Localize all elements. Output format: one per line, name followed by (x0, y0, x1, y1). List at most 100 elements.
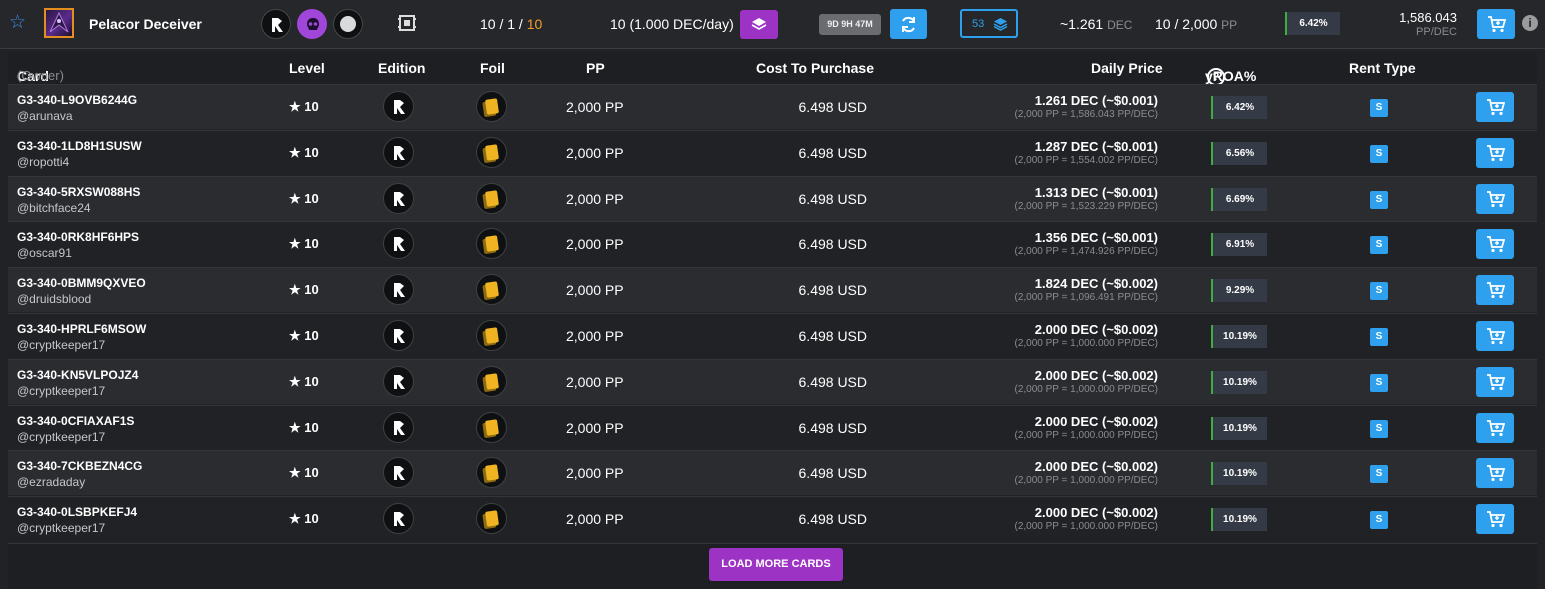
header-daily-price[interactable]: Daily Price (1091, 60, 1163, 76)
edition-r-icon (261, 9, 291, 39)
table-row: G3-340-0RK8HF6HPS @oscar91 ★ 10 2,000 PP 6.4… (8, 221, 1537, 267)
rent-type-badge: S (1370, 144, 1388, 163)
rent-type-badge: S (1370, 373, 1388, 392)
purchase-cost: 6.498 USD (798, 419, 867, 436)
foil-cards-icon (476, 274, 507, 306)
rent-cart-button[interactable] (1476, 137, 1514, 168)
stack-count-button[interactable]: 53 (960, 9, 1018, 38)
level-value: 10 (304, 282, 319, 298)
card-uid[interactable]: G3-340-L9OVB6244G (17, 93, 137, 107)
foil-cards-icon (476, 136, 507, 168)
rent-cart-button[interactable] (1476, 458, 1514, 489)
daily-price-detail: (2,000 PP = 1,586.043 PP/DEC) (1014, 109, 1158, 120)
load-more-button[interactable]: LOAD MORE CARDS (709, 548, 843, 581)
card-uid[interactable]: G3-340-HPRLF6MSOW (17, 322, 146, 336)
level-value: 10 (304, 144, 319, 160)
table-row: G3-340-0LSBPKEFJ4 @cryptkeeper17 ★ 10 2,000… (8, 496, 1537, 542)
rent-type-badge: S (1370, 511, 1388, 530)
yroa-badge: 6.56% (1211, 141, 1267, 165)
card-owner[interactable]: @cryptkeeper17 (17, 430, 105, 444)
rent-cart-button[interactable] (1476, 92, 1514, 122)
card-owner[interactable]: @arunava (17, 109, 73, 123)
info-icon[interactable]: i (1522, 15, 1538, 31)
card-uid[interactable]: G3-340-KN5VLPOJZ4 (17, 368, 138, 382)
star-filled-icon: ★ (289, 144, 301, 160)
rent-cart-button[interactable] (1476, 183, 1514, 214)
header-cost[interactable]: Cost To Purchase (756, 60, 874, 76)
yroa-badge: 6.69% (1211, 187, 1267, 211)
card-owner[interactable]: @cryptkeeper17 (17, 384, 105, 398)
card-uid[interactable]: G3-340-5RXSW088HS (17, 185, 140, 199)
card-owner[interactable]: @druidsblood (17, 292, 91, 306)
rent-cart-button[interactable] (1476, 366, 1514, 397)
card-name[interactable]: Pelacor Deceiver (89, 16, 202, 32)
layers-button[interactable] (740, 10, 778, 39)
pp-value: 2,000 PP (566, 328, 624, 344)
card-owner[interactable]: @ropotti4 (17, 155, 69, 169)
pp-per-dec-value: 1,586.043 (1399, 10, 1457, 25)
rent-cart-button[interactable] (1476, 504, 1514, 535)
card-owner[interactable]: @ezradaday (17, 475, 85, 489)
card-uid[interactable]: G3-340-0BMM9QXVEO (17, 276, 146, 290)
yroa-badge: 10.19% (1211, 462, 1267, 486)
pp-value: 2,000 PP (566, 99, 624, 115)
header-level[interactable]: Level (289, 60, 325, 76)
daily-price: 2.000 DEC (~$0.002) (1034, 505, 1158, 521)
yroa-badge: 10.19% (1211, 508, 1267, 532)
level-cell: ★ 10 (289, 282, 319, 298)
level-value: 10 (304, 373, 319, 389)
level-cell: ★ 10 (289, 465, 319, 481)
purchase-cost: 6.498 USD (798, 511, 867, 528)
card-uid[interactable]: G3-340-7CKBEZN4CG (17, 459, 142, 473)
rent-type-badge: S (1370, 99, 1388, 117)
star-filled-icon: ★ (289, 99, 301, 114)
daily-price-detail: (2,000 PP = 1,000.000 PP/DEC) (1014, 383, 1158, 395)
star-filled-icon: ★ (289, 282, 301, 298)
star-filled-icon: ★ (289, 236, 301, 252)
card-uid[interactable]: G3-340-0RK8HF6HPS (17, 230, 139, 244)
header-rent-type[interactable]: Rent Type (1349, 60, 1416, 76)
card-owner[interactable]: @cryptkeeper17 (17, 338, 105, 352)
table-header: Card (Owner) Level Edition Foil PP Cost … (8, 52, 1537, 86)
foil-cards-icon (476, 365, 507, 397)
card-uid[interactable]: G3-340-0LSBPKEFJ4 (17, 505, 137, 519)
level-value: 10 (304, 511, 319, 527)
edition-r-icon (383, 503, 414, 535)
card-owner[interactable]: @cryptkeeper17 (17, 521, 105, 535)
top-cart-button[interactable] (1477, 9, 1515, 39)
card-owner[interactable]: @bitchface24 (17, 201, 91, 215)
header-pp[interactable]: PP (586, 60, 605, 76)
pp-value: 2,000 PP (566, 144, 624, 161)
header-edition[interactable]: Edition (378, 60, 425, 76)
rent-cart-button[interactable] (1476, 275, 1514, 306)
pp-per-dec-unit: PP/DEC (1416, 26, 1457, 38)
daily-price-detail: (2,000 PP = 1,523.229 PP/DEC) (1014, 200, 1158, 212)
daily-price: 1.261 DEC (~$0.001) (1034, 93, 1158, 108)
skull-icon (297, 9, 327, 39)
daily-price-detail: (2,000 PP = 1,474.926 PP/DEC) (1014, 246, 1158, 258)
rent-cart-button[interactable] (1476, 321, 1514, 351)
rent-type-badge: S (1370, 465, 1388, 484)
card-frame-icon[interactable] (398, 14, 416, 32)
card-owner[interactable]: @oscar91 (17, 246, 72, 260)
rent-cart-button[interactable] (1476, 412, 1514, 443)
rent-cart-button[interactable] (1476, 229, 1514, 260)
table-row: G3-340-5RXSW088HS @bitchface24 ★ 10 2,000 P… (8, 175, 1537, 221)
card-thumbnail[interactable] (44, 8, 74, 38)
purchase-cost: 6.498 USD (798, 373, 867, 390)
card-header-bar: ☆ Pelacor Deceiver 10 / 1 / 10 10 (1.000… (0, 0, 1545, 49)
favorite-star-icon[interactable]: ☆ (9, 13, 27, 32)
daily-price: 1.356 DEC (~$0.001) (1034, 230, 1158, 246)
card-uid[interactable]: G3-340-0CFIAXAF1S (17, 414, 134, 428)
power-summary-unit: PP (1221, 18, 1238, 32)
level-value: 10 (304, 190, 319, 206)
purchase-cost: 6.498 USD (798, 144, 867, 161)
daily-price-detail: (2,000 PP = 1,000.000 PP/DEC) (1014, 475, 1158, 487)
level-cell: ★ 10 (289, 99, 319, 115)
daily-price: 1.313 DEC (~$0.001) (1034, 184, 1158, 200)
card-uid[interactable]: G3-340-1LD8H1SUSW (17, 139, 142, 153)
top-roa-badge: 6.42% (1285, 12, 1340, 35)
level-cell: ★ 10 (289, 420, 319, 436)
header-foil[interactable]: Foil (480, 60, 505, 76)
refresh-button[interactable] (890, 9, 927, 39)
